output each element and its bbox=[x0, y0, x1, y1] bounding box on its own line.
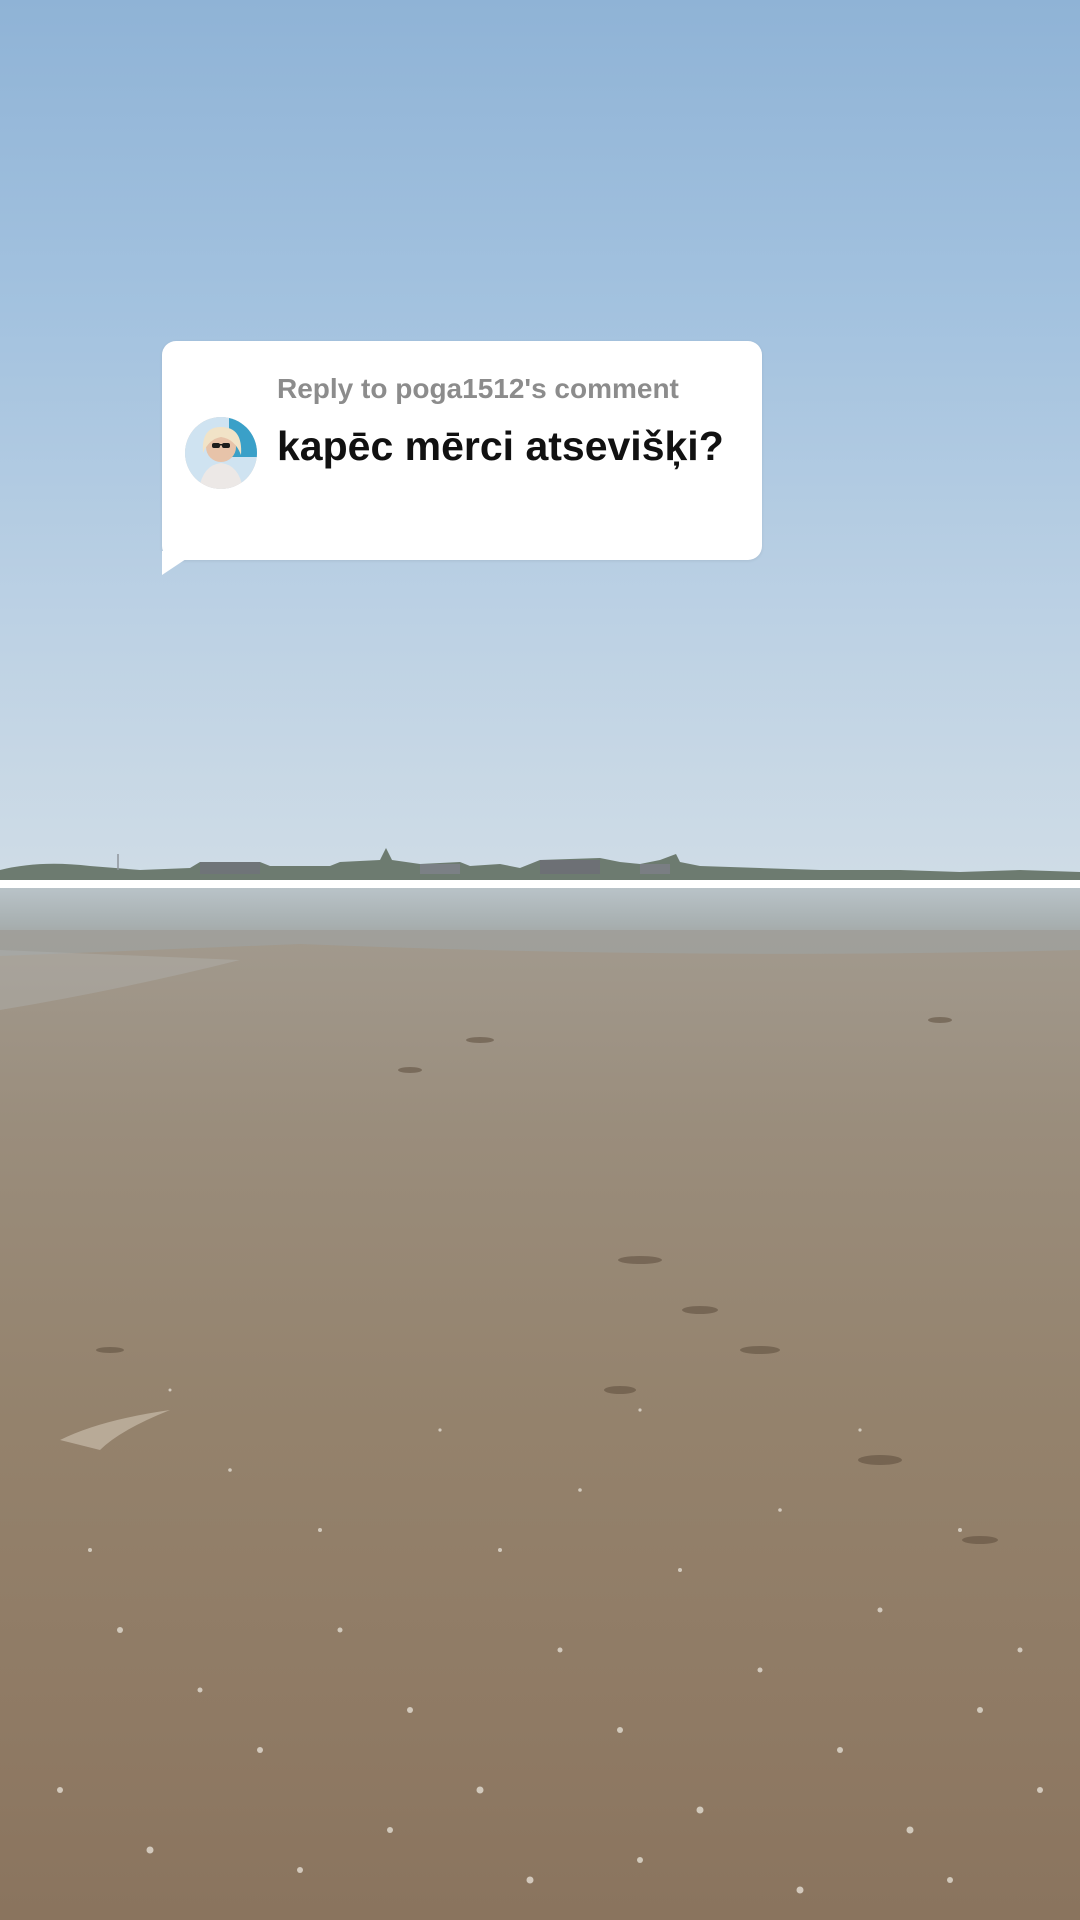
avatar-image bbox=[185, 417, 257, 489]
user-avatar-icon[interactable] bbox=[185, 417, 257, 489]
comment-text: kapēc mērci atsevišķi? bbox=[277, 423, 724, 469]
video-background bbox=[0, 0, 1080, 1920]
speech-bubble-tail bbox=[162, 551, 198, 575]
sand-shell-texture bbox=[0, 930, 1080, 1894]
reply-comment-sticker[interactable]: Reply to poga1512's comment kapēc mērci … bbox=[162, 341, 762, 575]
reply-to-label: Reply to poga1512's comment bbox=[277, 373, 679, 404]
distant-town-skyline bbox=[0, 848, 1080, 880]
